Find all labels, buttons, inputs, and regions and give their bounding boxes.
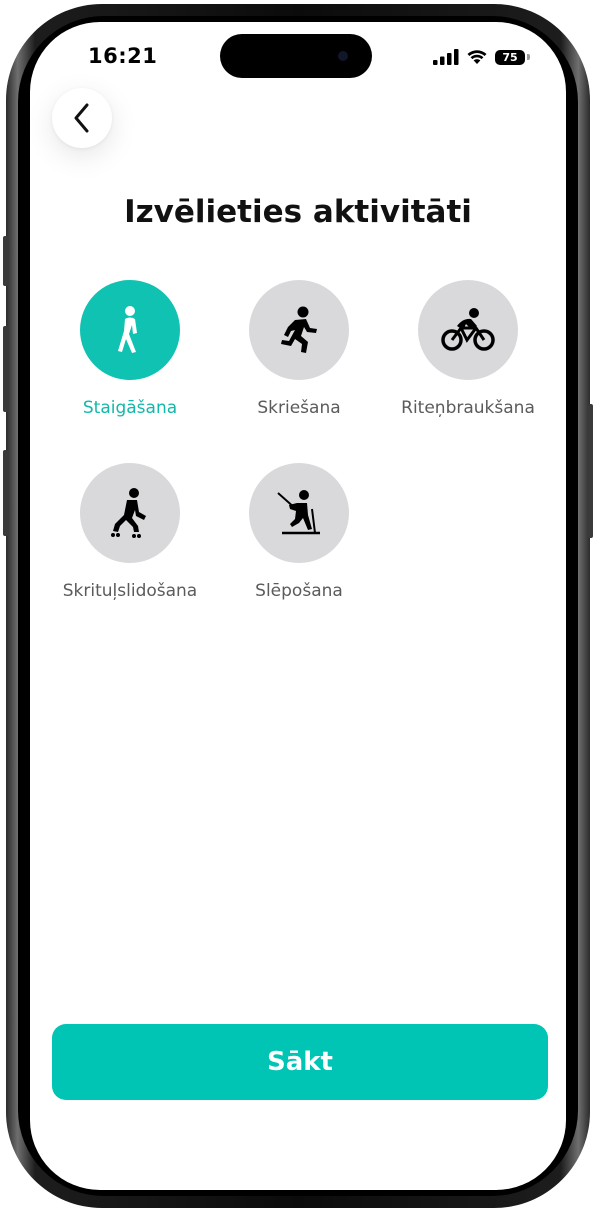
activity-running[interactable]: Skriešana	[214, 280, 384, 418]
app-screen: 16:21 75 Izvēlieties aktivitāti Staigāša…	[30, 22, 566, 1190]
status-bar: 16:21 75	[30, 22, 566, 92]
power-button	[588, 404, 593, 538]
activity-cycling-circle	[418, 280, 518, 380]
activity-walking[interactable]: Staigāšana	[45, 280, 215, 418]
activity-walking-label: Staigāšana	[82, 398, 178, 418]
side-button	[3, 236, 8, 286]
running-icon	[281, 306, 317, 353]
activity-rollerblading[interactable]: Skrituļslidošana	[45, 463, 215, 601]
cycling-icon	[441, 308, 495, 351]
start-button[interactable]: Sākt	[52, 1024, 548, 1100]
wifi-icon	[467, 50, 487, 64]
activity-rollerblading-label: Skrituļslidošana	[62, 581, 198, 601]
status-time: 16:21	[88, 44, 158, 68]
back-button[interactable]	[52, 88, 112, 148]
activity-cycling[interactable]: Riteņbraukšana	[383, 280, 553, 418]
activity-running-label: Skriešana	[257, 398, 341, 418]
activity-skiing-circle	[249, 463, 349, 563]
activity-walking-circle	[80, 280, 180, 380]
page-title: Izvēlieties aktivitāti	[124, 194, 472, 230]
skiing-icon	[277, 490, 320, 535]
rollerblading-icon	[111, 488, 146, 538]
signal-icon	[433, 49, 459, 65]
activity-rollerblading-circle	[80, 463, 180, 563]
volume-down-button	[3, 450, 8, 536]
activity-running-circle	[249, 280, 349, 380]
dynamic-island	[220, 34, 372, 78]
activity-skiing[interactable]: Slēpošana	[214, 463, 384, 601]
status-icons: 75	[433, 48, 530, 66]
volume-up-button	[3, 326, 8, 412]
chevron-left-icon	[74, 103, 89, 133]
activity-skiing-label: Slēpošana	[255, 581, 343, 601]
walking-icon	[118, 306, 137, 353]
activity-cycling-label: Riteņbraukšana	[401, 398, 535, 418]
battery-level: 75	[495, 49, 525, 65]
battery-cap	[527, 54, 530, 60]
battery-icon: 75	[495, 49, 530, 65]
front-camera	[338, 51, 348, 61]
